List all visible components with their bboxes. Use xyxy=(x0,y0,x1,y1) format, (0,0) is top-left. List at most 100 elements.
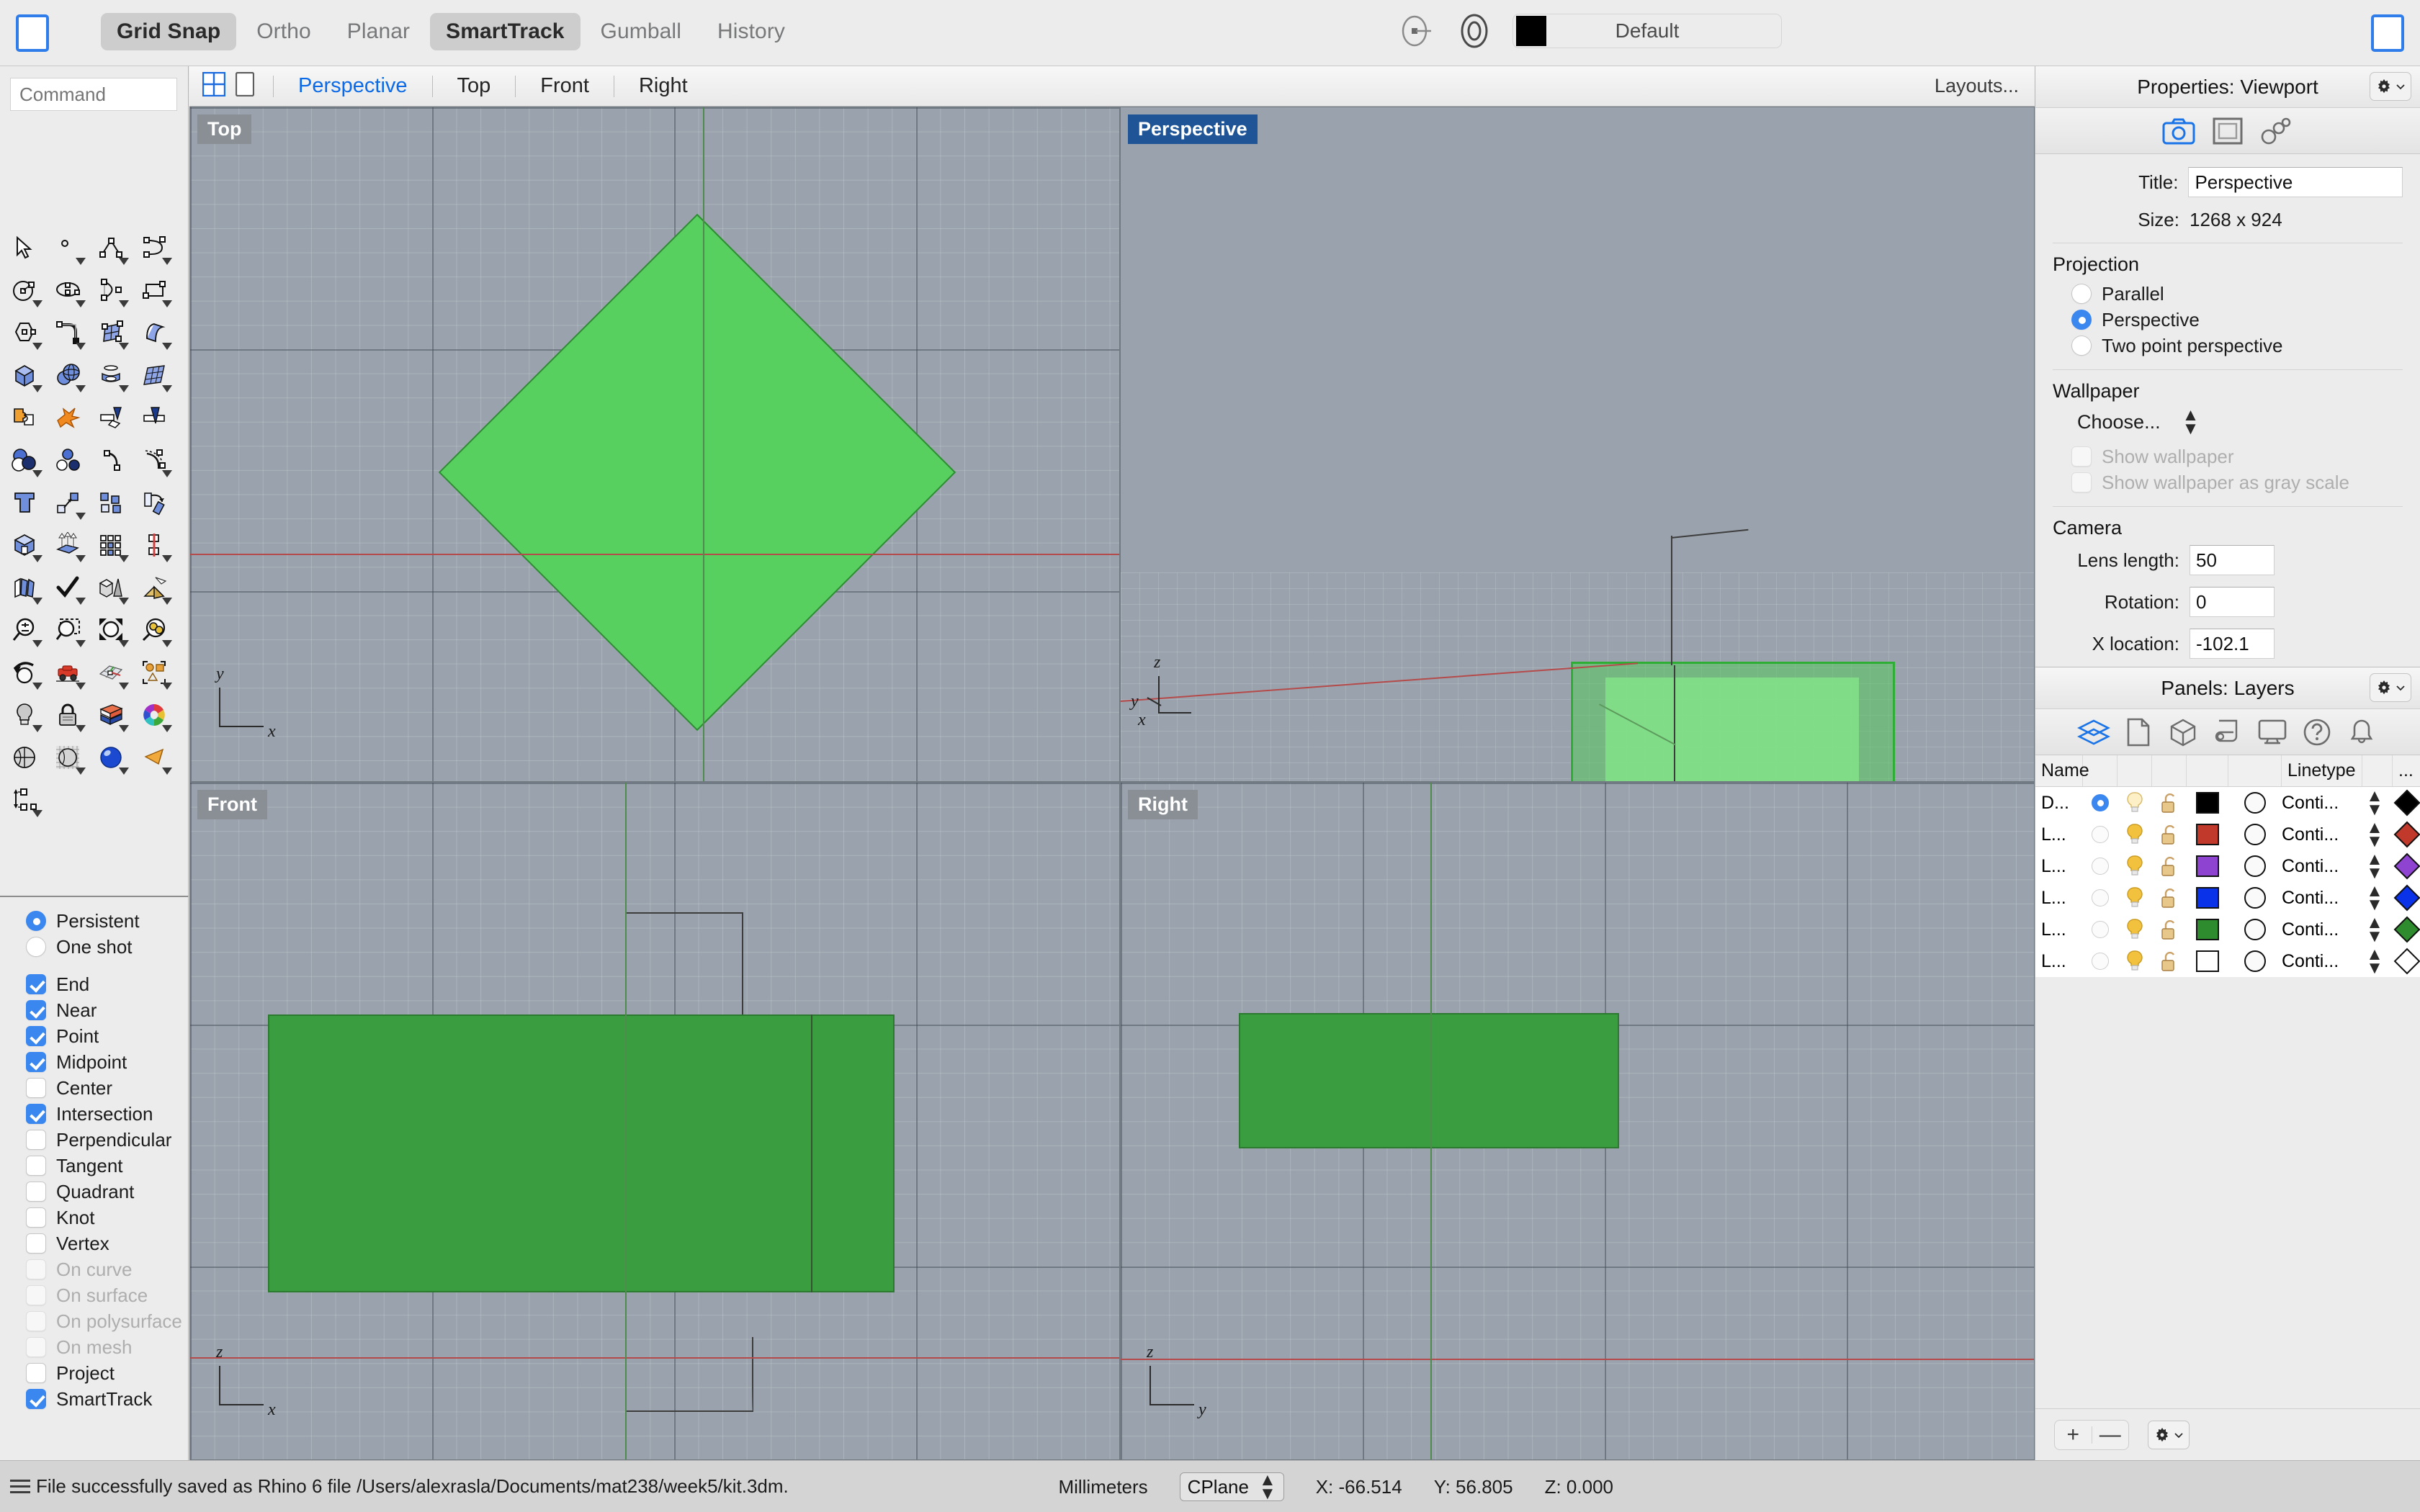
layer-visibility-toggle[interactable] xyxy=(2118,855,2152,878)
ellipse-icon[interactable] xyxy=(46,269,89,311)
toggle-gumball[interactable]: Gumball xyxy=(585,13,697,50)
render-material-icon[interactable] xyxy=(89,693,133,736)
single-view-layout-icon[interactable] xyxy=(235,71,255,100)
extrude-icon[interactable] xyxy=(46,523,89,566)
toggle-left-sidebar-button[interactable] xyxy=(16,14,49,52)
checkbox-center[interactable] xyxy=(26,1078,46,1098)
lock-icon[interactable] xyxy=(46,693,89,736)
checkbox-vertex[interactable] xyxy=(26,1233,46,1254)
wallpaper-choose-select[interactable]: Choose... ▲ ▼ xyxy=(2077,406,2403,437)
toggle-grid-snap[interactable]: Grid Snap xyxy=(101,13,237,50)
document-icon[interactable] xyxy=(2121,715,2156,750)
layer-print-color[interactable] xyxy=(2228,887,2282,909)
toggle-ortho[interactable]: Ortho xyxy=(241,13,327,50)
camera-cone-icon[interactable] xyxy=(133,736,176,778)
mesh-plane-icon[interactable] xyxy=(133,354,176,396)
camera-rotation-input[interactable]: 0 xyxy=(2190,587,2275,618)
perspective-object-interior[interactable] xyxy=(1605,678,1859,781)
layer-state-icon[interactable] xyxy=(1455,12,1494,50)
checkbox-knot[interactable] xyxy=(26,1207,46,1228)
table-row[interactable]: L... Conti... ▲▼ [▲▼ xyxy=(2035,914,2420,945)
layer-print-color[interactable] xyxy=(2228,792,2282,814)
layer-current-toggle[interactable] xyxy=(2083,953,2118,970)
boolean-union-icon[interactable] xyxy=(3,396,46,438)
layer-visibility-toggle[interactable] xyxy=(2118,886,2152,909)
table-row[interactable]: L... Conti... ▲▼ [▲▼ xyxy=(2035,882,2420,914)
tab-front[interactable]: Front xyxy=(529,74,601,98)
layer-color-swatch[interactable] xyxy=(2187,950,2228,972)
layer-linetype[interactable]: Conti... xyxy=(2282,824,2362,845)
checkbox-tangent[interactable] xyxy=(26,1156,46,1176)
top-view-object[interactable] xyxy=(438,213,956,732)
cap-solid-icon[interactable] xyxy=(3,523,46,566)
viewport-front[interactable]: Front z x xyxy=(189,782,1120,1460)
bell-icon[interactable] xyxy=(2344,715,2379,750)
osnap-near[interactable]: Near xyxy=(26,998,188,1022)
layer-color-swatch[interactable] xyxy=(2187,919,2228,940)
layer-lock-toggle[interactable] xyxy=(2152,791,2187,814)
toggle-history[interactable]: History xyxy=(702,13,801,50)
viewport-frame-icon[interactable] xyxy=(2210,114,2245,148)
set-cplane-icon[interactable] xyxy=(89,651,133,693)
layer-name[interactable]: L... xyxy=(2041,919,2083,940)
toggle-smarttrack[interactable]: SmartTrack xyxy=(430,13,581,50)
layer-current-toggle[interactable] xyxy=(2083,858,2118,875)
pick-solid-icon[interactable] xyxy=(133,566,176,608)
layer-print-color[interactable] xyxy=(2228,855,2282,877)
layer-linetype[interactable]: Conti... xyxy=(2282,888,2362,909)
tab-top[interactable]: Top xyxy=(446,74,503,98)
explode-icon[interactable] xyxy=(46,396,89,438)
offset-curve-icon[interactable] xyxy=(133,438,176,481)
table-row[interactable]: L... Conti... ▲▼ [▲▼ xyxy=(2035,850,2420,882)
column-print-color[interactable] xyxy=(2228,755,2282,786)
box-solid-icon[interactable] xyxy=(3,354,46,396)
tab-perspective[interactable]: Perspective xyxy=(287,74,419,98)
layer-visibility-toggle[interactable] xyxy=(2118,918,2152,941)
layer-current-toggle[interactable] xyxy=(2083,794,2118,811)
layer-name[interactable]: L... xyxy=(2041,824,2083,845)
layer-name[interactable]: L... xyxy=(2041,951,2083,972)
four-view-layout-icon[interactable] xyxy=(202,71,226,100)
osnap-tangent[interactable]: Tangent xyxy=(26,1153,188,1178)
layer-current-toggle[interactable] xyxy=(2083,889,2118,906)
column-lock[interactable] xyxy=(2152,755,2187,786)
column-on[interactable] xyxy=(2118,755,2152,786)
layer-current-toggle[interactable] xyxy=(2083,826,2118,843)
viewport-right[interactable]: Right z y xyxy=(1120,782,2035,1460)
layer-material-swatch[interactable] xyxy=(2387,884,2420,912)
column-more[interactable]: ... xyxy=(2393,755,2420,786)
point-icon[interactable] xyxy=(46,226,89,269)
layer-lock-toggle[interactable] xyxy=(2152,823,2187,846)
osnap-project[interactable]: Project xyxy=(26,1361,188,1385)
zoom-selected-icon[interactable] xyxy=(133,608,176,651)
cube-icon[interactable] xyxy=(2166,715,2200,750)
layers-options-button[interactable] xyxy=(2370,673,2411,702)
array-icon[interactable] xyxy=(89,523,133,566)
zoom-in-out-icon[interactable] xyxy=(3,608,46,651)
scroll-icon[interactable] xyxy=(2210,715,2245,750)
layer-color-swatch[interactable] xyxy=(2187,855,2228,877)
move-objects-icon[interactable] xyxy=(46,481,89,523)
radio-two-point-perspective[interactable] xyxy=(2071,336,2092,356)
column-current[interactable] xyxy=(2083,755,2118,786)
mirror-icon[interactable] xyxy=(133,523,176,566)
layer-print-color[interactable] xyxy=(2228,824,2282,845)
layer-visibility-toggle[interactable] xyxy=(2118,823,2152,846)
curve-icon[interactable] xyxy=(133,226,176,269)
layer-lock-toggle[interactable] xyxy=(2152,950,2187,973)
radio-current-layer[interactable] xyxy=(2092,921,2109,938)
checkbox-smarttrack[interactable] xyxy=(26,1389,46,1409)
projection-two-point[interactable]: Two point perspective xyxy=(2071,333,2403,358)
viewport-label-top[interactable]: Top xyxy=(197,114,252,144)
column-linetype[interactable]: Linetype xyxy=(2282,755,2362,786)
fillet-curve-icon[interactable] xyxy=(46,311,89,354)
layer-linetype[interactable]: Conti... xyxy=(2282,793,2362,814)
layers-settings-button[interactable] xyxy=(2148,1420,2190,1449)
front-view-object[interactable] xyxy=(268,1014,895,1292)
layer-material-swatch[interactable] xyxy=(2387,789,2420,816)
solid-tools-icon[interactable] xyxy=(89,566,133,608)
layer-material-swatch[interactable] xyxy=(2387,916,2420,943)
help-icon[interactable] xyxy=(2300,715,2334,750)
separate-objects-icon[interactable] xyxy=(46,438,89,481)
checkbox-intersection[interactable] xyxy=(26,1104,46,1124)
